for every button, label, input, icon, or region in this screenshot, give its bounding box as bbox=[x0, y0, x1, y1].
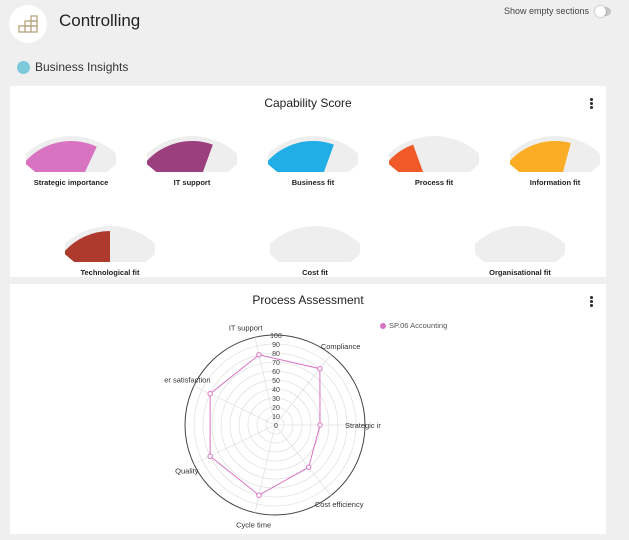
radar-axis-label: Strategic ir bbox=[345, 421, 381, 430]
radar-tick-label: 60 bbox=[272, 369, 280, 376]
radar-tick-label: 10 bbox=[272, 414, 280, 421]
radar-data-point bbox=[207, 453, 213, 459]
show-empty-sections-toggle[interactable] bbox=[595, 5, 611, 17]
radar-axis-label: Cycle time bbox=[236, 521, 271, 530]
gauge-label: Strategic importance bbox=[33, 178, 109, 187]
radar-tick-label: 50 bbox=[272, 378, 280, 385]
app-icon bbox=[9, 5, 47, 43]
radar-tick-label: 90 bbox=[272, 342, 280, 349]
kebab-menu-icon[interactable] bbox=[590, 98, 594, 109]
gauge-fill bbox=[268, 141, 334, 172]
gauge-process-fit: Process fit bbox=[379, 124, 489, 187]
capability-score-title: Capability Score bbox=[264, 96, 352, 110]
section-dot-icon bbox=[17, 60, 30, 74]
page-title: Controlling bbox=[59, 11, 141, 30]
radar-tick-label: 70 bbox=[272, 360, 280, 367]
radar-axis-label: Cost efficiency bbox=[315, 500, 364, 509]
gauge-label: Cost fit bbox=[302, 268, 328, 277]
gauge-label: Information fit bbox=[529, 178, 581, 187]
radar-axis-label: er satisfaction bbox=[164, 375, 210, 384]
radar-axis-label: IT support bbox=[229, 323, 264, 332]
radar-tick-label: 0 bbox=[274, 423, 278, 430]
radar-data-point bbox=[317, 366, 323, 372]
radar-axis-label: Compliance bbox=[321, 342, 361, 351]
show-empty-sections-control[interactable]: Show empty sections bbox=[503, 5, 611, 17]
radar-data-point bbox=[256, 352, 262, 358]
gauge-cost-fit: Cost fit bbox=[260, 214, 370, 277]
gauge-label: Process fit bbox=[414, 178, 454, 187]
gauge-label: Technological fit bbox=[80, 268, 140, 277]
gauge-label: IT support bbox=[173, 178, 211, 187]
radar-tick-label: 20 bbox=[272, 405, 280, 412]
radar-data-point bbox=[317, 422, 323, 428]
gauge-fill bbox=[65, 231, 110, 262]
radar-tick-label: 80 bbox=[272, 351, 280, 358]
gauge-track bbox=[270, 226, 360, 262]
capability-score-card: Capability Score Strategic importance IT … bbox=[10, 86, 606, 277]
radar-data-point bbox=[305, 464, 312, 470]
legend-marker bbox=[380, 322, 386, 329]
scrollbar-track[interactable] bbox=[606, 86, 629, 540]
radar-tick-label: 100 bbox=[270, 333, 282, 340]
gauge-organisational-fit: Organisational fit bbox=[465, 214, 575, 277]
legend-label: SP.06 Accounting bbox=[389, 321, 448, 330]
chart-legend[interactable]: SP.06 Accounting bbox=[380, 321, 447, 330]
gauge-strategic-importance: Strategic importance bbox=[16, 124, 126, 187]
gauge-technological-fit: Technological fit bbox=[55, 214, 165, 277]
process-assessment-card: Process Assessment 0 10 20 30 40 50 60 70 80 90 10… bbox=[10, 284, 606, 534]
radar-data-point bbox=[256, 492, 262, 498]
radar-chart: 0 10 20 30 40 50 60 70 80 90 100 Strategic ir Compli… bbox=[164, 323, 381, 530]
radar-tick-label: 30 bbox=[272, 396, 280, 403]
gauge-fill bbox=[26, 141, 97, 172]
section-title: Business Insights bbox=[35, 60, 129, 74]
gauge-it-support: IT support bbox=[137, 124, 247, 187]
page-header: Controlling Show empty sections bbox=[0, 0, 629, 50]
stairs-chart-icon bbox=[18, 15, 38, 33]
radar-axis-line bbox=[254, 424, 276, 513]
section-header: Business Insights bbox=[17, 60, 128, 74]
radar-data-point bbox=[207, 391, 213, 397]
gauge-fill bbox=[147, 141, 213, 172]
gauge-track bbox=[475, 226, 565, 262]
radar-axis-label: Quality bbox=[175, 467, 199, 476]
gauge-fill bbox=[510, 141, 571, 172]
gauge-information-fit: Information fit bbox=[500, 124, 610, 187]
gauge-label: Organisational fit bbox=[489, 268, 551, 277]
show-empty-sections-label: Show empty sections bbox=[503, 6, 589, 16]
radar-tick-label: 40 bbox=[272, 387, 280, 394]
gauge-label: Business fit bbox=[291, 178, 335, 187]
gauge-business-fit: Business fit bbox=[258, 124, 368, 187]
